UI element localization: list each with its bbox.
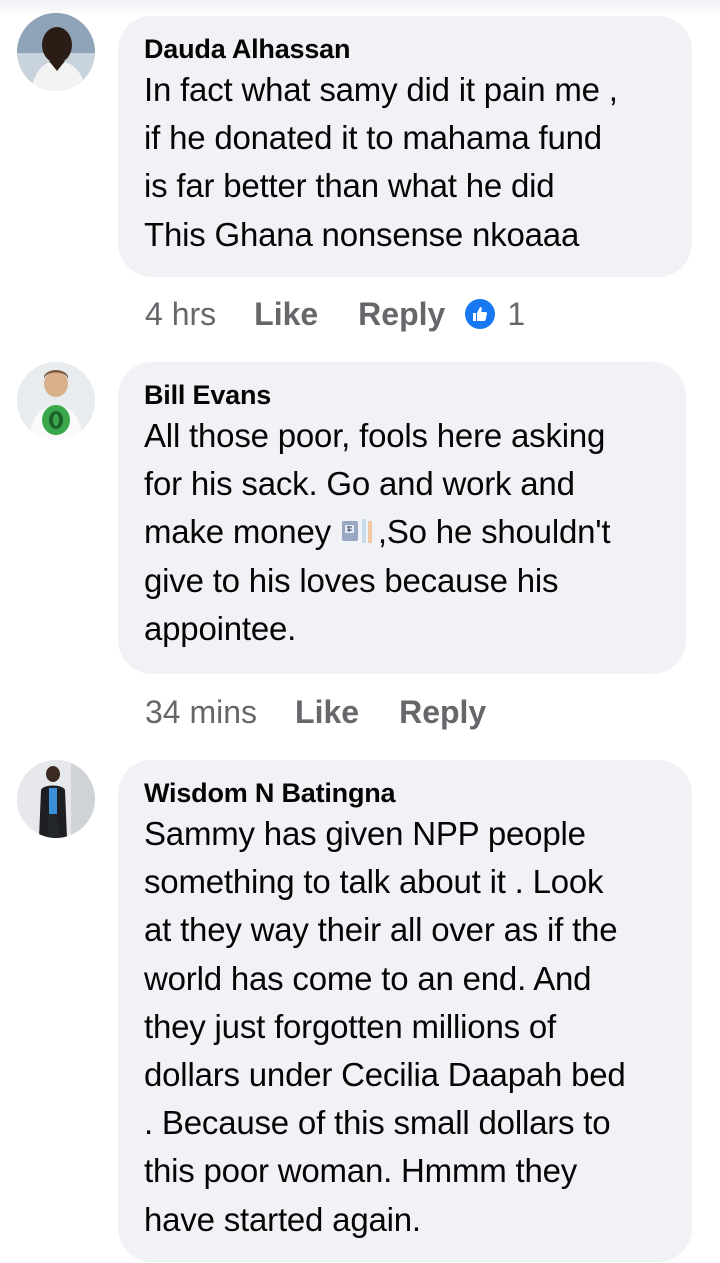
avatar[interactable] <box>17 13 95 91</box>
reply-button[interactable]: Reply <box>358 296 445 333</box>
comment-author[interactable]: Dauda Alhassan <box>144 32 666 66</box>
comment-text: Sammy has given NPP people something to … <box>144 815 626 1238</box>
money-with-wings-icon <box>340 512 378 544</box>
comment-text: All those poor, fools here asking for hi… <box>144 412 660 653</box>
comment-text: In fact what samy did it pain me , if he… <box>144 71 618 253</box>
reply-button[interactable]: Reply <box>399 694 486 731</box>
comment-bubble: Wisdom N Batingna Sammy has given NPP pe… <box>118 760 692 1262</box>
like-button[interactable]: Like <box>254 296 318 333</box>
comment-actions: 34 mins Like Reply <box>145 692 526 732</box>
comment-bubble: Dauda Alhassan In fact what samy did it … <box>118 16 692 277</box>
comment-bubble: Bill Evans All those poor, fools here as… <box>118 362 686 674</box>
comment-timestamp[interactable]: 4 hrs <box>145 296 216 333</box>
comment-actions: 4 hrs Like Reply 1 <box>145 294 525 334</box>
reaction-summary[interactable]: 1 <box>465 296 525 333</box>
avatar[interactable] <box>17 760 95 838</box>
comment-timestamp[interactable]: 34 mins <box>145 694 257 731</box>
comment-author[interactable]: Wisdom N Batingna <box>144 776 666 810</box>
like-icon <box>465 299 496 329</box>
comment-author[interactable]: Bill Evans <box>144 378 660 412</box>
top-divider <box>0 0 720 16</box>
reaction-count: 1 <box>507 295 526 332</box>
avatar[interactable] <box>17 362 95 440</box>
like-button[interactable]: Like <box>295 694 359 731</box>
